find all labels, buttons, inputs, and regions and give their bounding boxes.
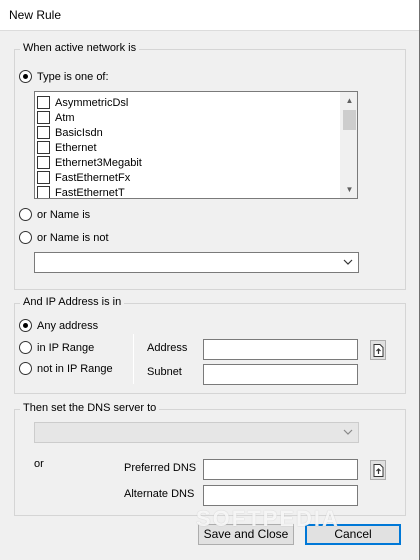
title-bar: New Rule [0, 0, 420, 31]
name-is-radio[interactable]: or Name is [19, 208, 90, 221]
radio-dot [19, 362, 32, 375]
scroll-thumb[interactable] [343, 110, 356, 130]
list-item[interactable]: FastEthernetFx [37, 170, 357, 185]
scroll-up-icon[interactable]: ▲ [341, 92, 357, 109]
list-item[interactable]: BasicIsdn [37, 125, 357, 140]
radio-dot [19, 231, 32, 244]
radio-dot [19, 341, 32, 354]
name-is-not-radio[interactable]: or Name is not [19, 231, 109, 244]
not-in-ip-range-label: not in IP Range [37, 362, 113, 375]
preferred-dns-input[interactable] [203, 459, 358, 480]
any-address-label: Any address [37, 319, 99, 332]
address-input[interactable] [203, 339, 358, 360]
subnet-input[interactable] [203, 364, 358, 385]
list-item[interactable]: FastEthernetT [37, 185, 357, 198]
checkbox[interactable] [37, 141, 50, 154]
alternate-dns-input[interactable] [203, 485, 358, 506]
list-scrollbar[interactable]: ▲ ▼ [340, 92, 357, 198]
checkbox[interactable] [37, 126, 50, 139]
network-type-list[interactable]: AsymmetricDsl Atm BasicIsdn Ethernet Eth… [34, 91, 358, 199]
network-name-combo[interactable] [34, 252, 359, 273]
ip-address-legend: And IP Address is in [20, 296, 125, 308]
chevron-down-icon [343, 429, 353, 435]
in-ip-range-label: in IP Range [37, 341, 95, 354]
window-title: New Rule [9, 8, 62, 22]
radio-dot [19, 208, 32, 221]
name-is-not-label: or Name is not [37, 231, 109, 244]
type-is-one-of-radio[interactable]: Type is one of: [19, 70, 109, 83]
any-address-radio[interactable]: Any address [19, 319, 98, 332]
checkbox[interactable] [37, 171, 50, 184]
import-address-button[interactable] [370, 340, 386, 360]
active-network-legend: When active network is [20, 42, 140, 54]
list-item[interactable]: AsymmetricDsl [37, 95, 357, 110]
dns-legend: Then set the DNS server to [20, 402, 160, 414]
checkbox[interactable] [37, 96, 50, 109]
in-ip-range-radio[interactable]: in IP Range [19, 341, 94, 354]
save-and-close-button[interactable]: Save and Close [198, 524, 294, 545]
subnet-label: Subnet [147, 366, 182, 378]
radio-dot [19, 319, 32, 332]
type-is-one-of-label: Type is one of: [37, 70, 109, 83]
list-item[interactable]: Ethernet [37, 140, 357, 155]
import-file-icon [373, 464, 384, 477]
ip-separator [133, 334, 134, 384]
checkbox[interactable] [37, 156, 50, 169]
address-label: Address [147, 342, 188, 354]
radio-dot [19, 70, 32, 83]
list-item[interactable]: Atm [37, 110, 357, 125]
checkbox[interactable] [37, 186, 50, 198]
alternate-dns-label: Alternate DNS [124, 488, 195, 500]
list-item[interactable]: Ethernet3Megabit [37, 155, 357, 170]
scroll-down-icon[interactable]: ▼ [341, 181, 357, 198]
cancel-button[interactable]: Cancel [305, 524, 401, 545]
checkbox[interactable] [37, 111, 50, 124]
import-dns-button[interactable] [370, 460, 386, 480]
chevron-down-icon [343, 259, 353, 265]
dns-server-combo[interactable] [34, 422, 359, 443]
name-is-label: or Name is [37, 208, 91, 221]
or-label: or [34, 458, 44, 470]
import-file-icon [373, 344, 384, 357]
not-in-ip-range-radio[interactable]: not in IP Range [19, 362, 113, 375]
preferred-dns-label: Preferred DNS [124, 462, 197, 474]
